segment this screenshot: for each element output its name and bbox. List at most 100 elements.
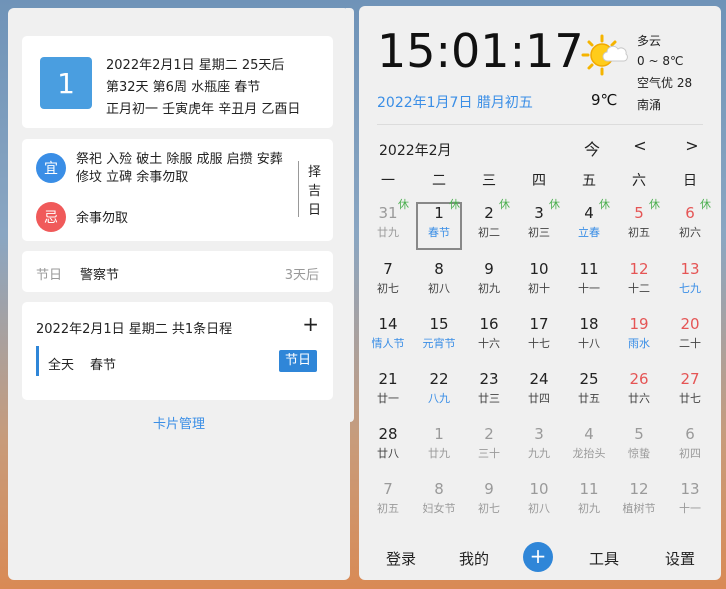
weather-range: 0 ~ 8℃ xyxy=(637,54,684,68)
calendar-day-cell[interactable]: 16 十六 xyxy=(464,311,514,363)
add-button[interactable]: + xyxy=(523,542,553,572)
lunar-label: 初八 xyxy=(528,502,550,515)
day-number: 1 xyxy=(434,425,444,443)
mine-button[interactable]: 我的 xyxy=(459,548,489,569)
calendar-day-cell[interactable]: 14 情人节 xyxy=(363,311,413,363)
prev-month-button[interactable]: < xyxy=(628,136,652,155)
lunar-label: 初五 xyxy=(377,502,399,515)
calendar-day-cell[interactable]: 13 十一 xyxy=(665,476,715,528)
festival-card[interactable]: 节日 警察节 3天后 xyxy=(22,251,333,292)
calendar-day-cell[interactable]: 22 八九 xyxy=(414,366,464,418)
calendar-day-cell[interactable]: 12 十二 xyxy=(614,256,664,308)
calendar-day-cell[interactable]: 20 二十 xyxy=(665,311,715,363)
next-month-button[interactable]: > xyxy=(680,136,704,155)
day-number: 15 xyxy=(429,315,449,333)
schedule-color-bar xyxy=(36,346,39,376)
zeji-divider xyxy=(298,161,299,217)
calendar-day-cell[interactable]: 11 初九 xyxy=(564,476,614,528)
day-number: 8 xyxy=(434,480,444,498)
calendar-day-cell[interactable]: 19 雨水 xyxy=(614,311,664,363)
weather-location[interactable]: 南涌 xyxy=(637,96,661,113)
calendar-day-cell[interactable]: 7 初七 xyxy=(363,256,413,308)
panel-scroll-edge xyxy=(346,8,354,422)
calendar-day-cell[interactable]: 17 十七 xyxy=(514,311,564,363)
today-date[interactable]: 2022年1月7日 腊月初五 xyxy=(377,92,533,112)
schedule-time: 全天 xyxy=(48,358,75,373)
lunar-label: 初七 xyxy=(478,502,500,515)
holiday-rest-badge: 休 xyxy=(398,198,409,211)
weekday-label: 五 xyxy=(582,173,596,189)
card-manage-link[interactable]: 卡片管理 xyxy=(8,413,350,432)
holiday-rest-badge: 休 xyxy=(499,198,510,211)
calendar-day-cell[interactable]: 8 初八 xyxy=(414,256,464,308)
day-number: 8 xyxy=(434,260,444,278)
calendar-day-cell[interactable]: 2 三十 xyxy=(464,421,514,473)
day-number-badge: 1 xyxy=(40,57,92,109)
lunar-label: 初四 xyxy=(679,447,701,460)
lunar-label: 廿六 xyxy=(628,392,650,405)
tools-button[interactable]: 工具 xyxy=(589,548,619,569)
calendar-day-cell[interactable]: 3 九九 xyxy=(514,421,564,473)
calendar-day-cell[interactable]: 1 廿九 xyxy=(414,421,464,473)
calendar-day-cell[interactable]: 23 廿三 xyxy=(464,366,514,418)
calendar-day-cell[interactable]: 6 初四 xyxy=(665,421,715,473)
calendar-day-cell[interactable]: 24 廿四 xyxy=(514,366,564,418)
day-number: 9 xyxy=(484,480,494,498)
day-number: 21 xyxy=(378,370,398,388)
festival-name: 警察节 xyxy=(80,268,120,283)
schedule-event[interactable]: 春节 xyxy=(90,354,116,373)
calendar-day-cell[interactable]: 5 惊蛰 xyxy=(614,421,664,473)
weather-condition: 多云 xyxy=(637,34,662,48)
calendar-day-cell[interactable]: 28 廿八 xyxy=(363,421,413,473)
calendar-panel: 15:01:17 2022年1月7日 腊月初五 9℃ 多云 0 ~ 8℃ 空气优… xyxy=(359,6,721,580)
yi-ji-card[interactable]: 宜 祭祀 入殓 破土 除服 成服 启攒 安葬 修坟 立碑 余事勿取 忌 余事勿取… xyxy=(22,139,333,241)
lunar-label: 十七 xyxy=(528,337,550,350)
calendar-day-cell[interactable]: 11 十一 xyxy=(564,256,614,308)
calendar-day-cell[interactable]: 9 初七 xyxy=(464,476,514,528)
calendar-day-cell[interactable]: 1 春节休 xyxy=(414,198,464,252)
calendar-day-cell[interactable]: 4 立春休 xyxy=(564,198,614,252)
login-button[interactable]: 登录 xyxy=(386,548,416,569)
settings-button[interactable]: 设置 xyxy=(665,548,695,569)
calendar-day-cell[interactable]: 6 初六休 xyxy=(665,198,715,252)
calendar-day-cell[interactable]: 10 初十 xyxy=(514,256,564,308)
calendar-day-cell[interactable]: 2 初二休 xyxy=(464,198,514,252)
festival-label: 节日 xyxy=(36,268,63,283)
calendar-day-cell[interactable]: 26 廿六 xyxy=(614,366,664,418)
calendar-day-cell[interactable]: 5 初五休 xyxy=(614,198,664,252)
today-button[interactable]: 今 xyxy=(580,136,604,160)
lunar-label: 初三 xyxy=(528,226,550,239)
day-number: 20 xyxy=(680,315,700,333)
calendar-day-cell[interactable]: 21 廿一 xyxy=(363,366,413,418)
lunar-label: 植树节 xyxy=(622,502,656,515)
calendar-day-cell[interactable]: 25 廿五 xyxy=(564,366,614,418)
day-number: 18 xyxy=(579,315,599,333)
month-title[interactable]: 2022年2月 xyxy=(379,140,452,160)
calendar-day-cell[interactable]: 15 元宵节 xyxy=(414,311,464,363)
ji-badge: 忌 xyxy=(36,202,66,232)
holiday-rest-badge: 休 xyxy=(549,198,560,211)
calendar-day-cell[interactable]: 3 初三休 xyxy=(514,198,564,252)
select-auspicious-day-button[interactable]: 择吉日 xyxy=(308,163,322,220)
header-divider xyxy=(377,124,703,125)
calendar-day-cell[interactable]: 4 龙抬头 xyxy=(564,421,614,473)
calendar-day-cell[interactable]: 13 七九 xyxy=(665,256,715,308)
calendar-day-cell[interactable]: 31 廿九休 xyxy=(363,198,413,252)
lunar-label: 八九 xyxy=(428,392,450,405)
day-number: 13 xyxy=(680,260,700,278)
calendar-day-cell[interactable]: 8 妇女节 xyxy=(414,476,464,528)
weekday-label: 二 xyxy=(432,173,446,189)
calendar-day-cell[interactable]: 12 植树节 xyxy=(614,476,664,528)
calendar-day-cell[interactable]: 9 初九 xyxy=(464,256,514,308)
day-number: 11 xyxy=(579,260,599,278)
date-line-lunar: 正月初一 壬寅虎年 辛丑月 乙酉日 xyxy=(106,102,301,117)
calendar-day-cell[interactable]: 7 初五 xyxy=(363,476,413,528)
calendar-day-cell[interactable]: 27 廿七 xyxy=(665,366,715,418)
lunar-label: 廿五 xyxy=(578,392,600,405)
calendar-day-cell[interactable]: 10 初八 xyxy=(514,476,564,528)
day-number: 22 xyxy=(429,370,449,388)
add-schedule-button[interactable]: + xyxy=(302,312,319,336)
date-line-week: 第32天 第6周 水瓶座 春节 xyxy=(106,80,261,95)
calendar-day-cell[interactable]: 18 十八 xyxy=(564,311,614,363)
lunar-label: 龙抬头 xyxy=(572,447,606,460)
